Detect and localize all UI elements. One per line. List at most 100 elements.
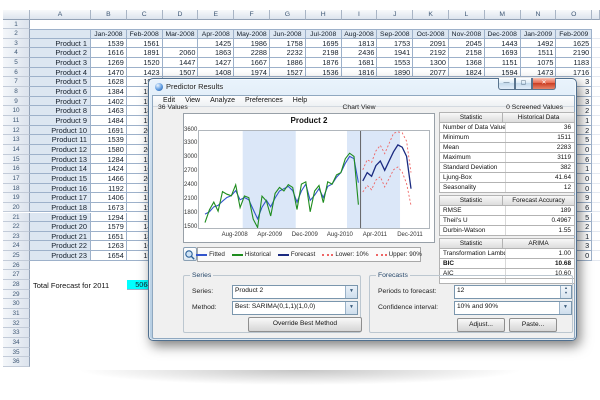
data-cell[interactable]: 1269 bbox=[91, 58, 127, 68]
row-number-1[interactable]: 1 bbox=[3, 20, 30, 30]
row-number-18[interactable]: 18 bbox=[3, 184, 30, 194]
column-header-J[interactable]: J bbox=[377, 10, 413, 20]
minimize-button[interactable]: — bbox=[498, 78, 515, 90]
menu-item-preferences[interactable]: Preferences bbox=[240, 96, 288, 106]
row-number-6[interactable]: 6 bbox=[3, 68, 30, 78]
row-number-4[interactable]: 4 bbox=[3, 48, 30, 58]
data-cell[interactable]: 2192 bbox=[413, 48, 449, 58]
product-name-cell[interactable]: Product 15 bbox=[30, 174, 91, 184]
month-header-cell[interactable]: Jun-2008 bbox=[270, 29, 306, 39]
row-number-3[interactable]: 3 bbox=[3, 39, 30, 49]
row-number-34[interactable]: 34 bbox=[3, 338, 30, 348]
data-cell[interactable]: 1876 bbox=[306, 58, 342, 68]
data-cell[interactable]: 1443 bbox=[485, 39, 521, 49]
data-cell[interactable]: 1695 bbox=[306, 39, 342, 49]
month-header-cell[interactable]: Feb-2008 bbox=[127, 29, 163, 39]
menu-item-analyze[interactable]: Analyze bbox=[205, 96, 240, 106]
data-cell[interactable]: 1891 bbox=[127, 48, 163, 58]
column-header-I[interactable]: I bbox=[342, 10, 378, 20]
data-cell[interactable]: 2158 bbox=[449, 48, 485, 58]
row-number-11[interactable]: 11 bbox=[3, 116, 30, 126]
column-header-L[interactable]: L bbox=[449, 10, 485, 20]
data-cell[interactable]: 1183 bbox=[556, 58, 592, 68]
data-cell[interactable]: 1561 bbox=[127, 39, 163, 49]
method-dropdown[interactable]: Best: SARIMA(0,1,1)(1,0,0) ▼ bbox=[232, 301, 358, 315]
row-number-25[interactable]: 25 bbox=[3, 251, 30, 261]
month-header-cell[interactable]: Jan-2009 bbox=[521, 29, 557, 39]
row-number-5[interactable]: 5 bbox=[3, 58, 30, 68]
product-name-cell[interactable]: Product 5 bbox=[30, 77, 91, 87]
data-cell[interactable]: 1520 bbox=[127, 58, 163, 68]
data-cell[interactable]: 1384 bbox=[91, 87, 127, 97]
month-header-cell[interactable]: Nov-2008 bbox=[449, 29, 485, 39]
column-header-A[interactable]: A bbox=[30, 10, 91, 20]
data-cell[interactable]: 2198 bbox=[306, 48, 342, 58]
column-header-K[interactable]: K bbox=[413, 10, 449, 20]
data-cell[interactable]: 2060 bbox=[163, 48, 199, 58]
row-number-27[interactable]: 27 bbox=[3, 270, 30, 280]
month-header-cell[interactable]: Sep-2008 bbox=[377, 29, 413, 39]
row-number-28[interactable]: 28 bbox=[3, 280, 30, 290]
data-cell[interactable]: 1681 bbox=[342, 58, 378, 68]
data-cell[interactable]: 1986 bbox=[234, 39, 270, 49]
month-header-cell[interactable]: Jan-2008 bbox=[91, 29, 127, 39]
row-number-16[interactable]: 16 bbox=[3, 164, 30, 174]
data-cell[interactable]: 1406 bbox=[91, 193, 127, 203]
row-number-9[interactable]: 9 bbox=[3, 97, 30, 107]
data-cell[interactable]: 1886 bbox=[270, 58, 306, 68]
product-name-cell[interactable]: Product 9 bbox=[30, 116, 91, 126]
column-header-O[interactable]: O bbox=[556, 10, 592, 20]
product-name-cell[interactable]: Product 6 bbox=[30, 87, 91, 97]
product-name-cell[interactable]: Product 2 bbox=[30, 48, 91, 58]
data-cell[interactable]: 1553 bbox=[377, 58, 413, 68]
row-number-15[interactable]: 15 bbox=[3, 155, 30, 165]
data-cell[interactable]: 1941 bbox=[377, 48, 413, 58]
data-cell[interactable]: 1673 bbox=[91, 203, 127, 213]
zoom-chart-button[interactable] bbox=[183, 247, 197, 261]
row-number-26[interactable]: 26 bbox=[3, 261, 30, 271]
product-name-cell[interactable]: Product 21 bbox=[30, 232, 91, 242]
series-dropdown[interactable]: Product 2 ▼ bbox=[232, 285, 358, 299]
data-cell[interactable]: 1492 bbox=[521, 39, 557, 49]
month-header-cell[interactable]: Dec-2008 bbox=[485, 29, 521, 39]
data-cell[interactable]: 2077 bbox=[413, 68, 449, 78]
row-number-10[interactable]: 10 bbox=[3, 106, 30, 116]
close-button[interactable]: ✕ bbox=[532, 78, 556, 90]
product-name-cell[interactable]: Product 23 bbox=[30, 251, 91, 261]
confidence-interval-dropdown[interactable]: 10% and 90% ▼ bbox=[454, 301, 572, 315]
month-header-cell[interactable]: May-2008 bbox=[234, 29, 270, 39]
data-cell[interactable]: 1294 bbox=[91, 213, 127, 223]
product-name-cell[interactable]: Product 19 bbox=[30, 213, 91, 223]
override-best-method-button[interactable]: Override Best Method bbox=[248, 317, 362, 332]
data-cell[interactable]: 1863 bbox=[198, 48, 234, 58]
data-cell[interactable]: 1427 bbox=[198, 58, 234, 68]
paste-button[interactable]: Paste... bbox=[509, 318, 557, 332]
data-cell[interactable]: 1423 bbox=[127, 68, 163, 78]
cell-A2[interactable] bbox=[30, 29, 91, 39]
row-number-36[interactable]: 36 bbox=[3, 357, 30, 367]
month-header-cell[interactable]: Feb-2009 bbox=[556, 29, 592, 39]
data-cell[interactable]: 1539 bbox=[91, 39, 127, 49]
row-number-31[interactable]: 31 bbox=[3, 309, 30, 319]
product-name-cell[interactable]: Product 3 bbox=[30, 58, 91, 68]
column-header-F[interactable]: F bbox=[234, 10, 270, 20]
column-header-G[interactable]: G bbox=[270, 10, 306, 20]
month-header-cell[interactable]: Oct-2008 bbox=[413, 29, 449, 39]
data-cell[interactable]: 1625 bbox=[556, 39, 592, 49]
data-cell[interactable]: 1693 bbox=[485, 48, 521, 58]
data-cell[interactable]: 1466 bbox=[91, 174, 127, 184]
data-cell[interactable]: 2288 bbox=[234, 48, 270, 58]
data-cell[interactable]: 1691 bbox=[91, 126, 127, 136]
data-cell[interactable]: 1580 bbox=[91, 145, 127, 155]
product-name-cell[interactable]: Product 12 bbox=[30, 145, 91, 155]
data-cell[interactable]: 1536 bbox=[306, 68, 342, 78]
column-header-H[interactable]: H bbox=[306, 10, 342, 20]
data-cell[interactable]: 1654 bbox=[91, 251, 127, 261]
data-cell[interactable]: 1824 bbox=[449, 68, 485, 78]
data-cell[interactable]: 1368 bbox=[449, 58, 485, 68]
data-cell[interactable]: 2190 bbox=[556, 48, 592, 58]
data-cell[interactable]: 1539 bbox=[91, 135, 127, 145]
product-name-cell[interactable]: Product 17 bbox=[30, 193, 91, 203]
data-cell[interactable]: 1890 bbox=[377, 68, 413, 78]
select-all-corner[interactable] bbox=[3, 10, 30, 20]
